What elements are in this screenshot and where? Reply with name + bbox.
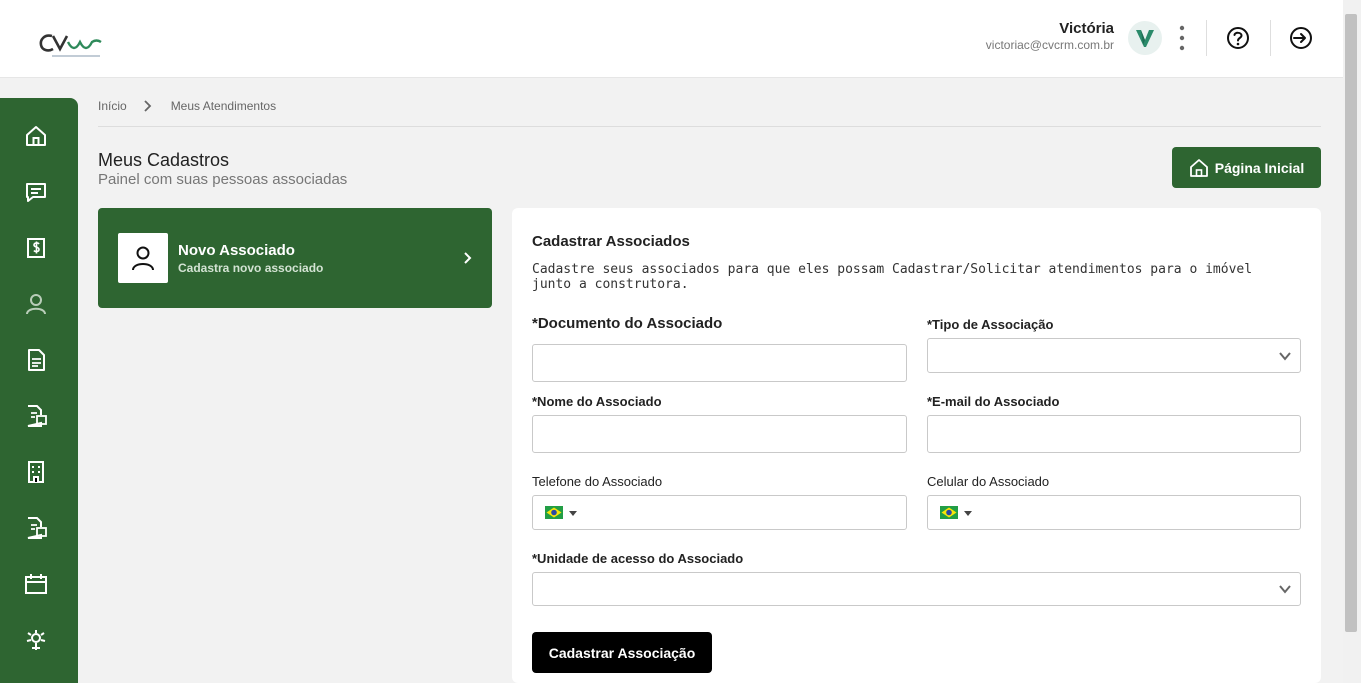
divider <box>98 126 1321 127</box>
unidade-select[interactable] <box>532 572 1301 606</box>
avatar-logo-icon <box>1136 30 1154 47</box>
kebab-menu-icon[interactable] <box>1172 24 1192 52</box>
page-title: Meus Cadastros <box>98 150 230 170</box>
telefone-input[interactable] <box>532 495 907 530</box>
help-icon[interactable] <box>1224 24 1252 52</box>
breadcrumb-current: Meus Atendimentos <box>170 99 277 113</box>
novo-associado-subtitle: Cadastra novo associado <box>178 261 324 275</box>
chevron-right-icon <box>144 100 151 112</box>
unidade-label: *Unidade de acesso do Associado <box>532 551 744 566</box>
novo-associado-title: Novo Associado <box>178 242 295 259</box>
tools-icon[interactable] <box>23 627 49 653</box>
user-icon[interactable] <box>23 291 49 317</box>
sidebar <box>0 98 78 683</box>
documento-label: *Documento do Associado <box>532 315 723 332</box>
home-page-button[interactable]: Página Inicial <box>1172 147 1321 188</box>
breadcrumb-home[interactable]: Início <box>98 99 127 113</box>
caret-down-icon[interactable] <box>964 511 972 516</box>
nome-input[interactable] <box>532 415 907 453</box>
form-description: Cadastre seus associados para que eles p… <box>532 262 1253 292</box>
top-header: Victória victoriac@cvcrm.com.br <box>0 0 1343 78</box>
chevron-down-icon <box>1279 585 1291 594</box>
cadastrar-associacao-button[interactable]: Cadastrar Associação <box>532 632 712 673</box>
chevron-down-icon <box>1279 351 1291 361</box>
user-icon <box>132 246 154 271</box>
celular-input[interactable] <box>927 495 1301 530</box>
page-subtitle: Painel com suas pessoas associadas <box>98 171 348 188</box>
nome-label: *Nome do Associado <box>532 394 662 409</box>
novo-associado-card[interactable]: Novo Associado Cadastra novo associado <box>98 208 492 308</box>
cvcrm-logo[interactable] <box>38 30 104 62</box>
building-icon[interactable] <box>23 459 49 485</box>
chevron-right-icon <box>464 252 472 264</box>
email-label: *E-mail do Associado <box>927 394 1060 409</box>
user-email: victoriac@cvcrm.com.br <box>985 38 1114 52</box>
home-icon[interactable] <box>23 123 49 149</box>
report-icon[interactable] <box>23 515 49 541</box>
scrollbar-thumb[interactable] <box>1345 14 1357 632</box>
calendar-icon[interactable] <box>23 571 49 597</box>
header-divider <box>1206 20 1207 56</box>
form-title: Cadastrar Associados <box>532 233 690 250</box>
user-name: Victória <box>1059 20 1114 37</box>
caret-down-icon[interactable] <box>569 511 577 516</box>
chat-icon[interactable] <box>23 179 49 205</box>
logout-icon[interactable] <box>1287 24 1315 52</box>
celular-label: Celular do Associado <box>927 474 1050 489</box>
tipo-select[interactable] <box>927 338 1301 373</box>
documento-input[interactable] <box>532 344 907 382</box>
contract-icon[interactable] <box>23 403 49 429</box>
telefone-label: Telefone do Associado <box>532 474 663 489</box>
tipo-label: *Tipo de Associação <box>927 317 1054 332</box>
cadastrar-associados-form: Cadastrar Associados Cadastre seus assoc… <box>512 208 1321 683</box>
home-page-button-label: Página Inicial <box>1214 159 1305 176</box>
finance-icon[interactable] <box>23 235 49 261</box>
email-input[interactable] <box>927 415 1301 453</box>
avatar[interactable] <box>1128 21 1162 55</box>
home-icon <box>1189 158 1208 177</box>
document-icon[interactable] <box>23 347 49 373</box>
brazil-flag-icon[interactable] <box>545 506 563 519</box>
brazil-flag-icon[interactable] <box>940 506 958 519</box>
header-divider <box>1270 20 1271 56</box>
breadcrumb: Início Meus Atendimentos <box>98 99 276 113</box>
novo-associado-icon-box <box>118 233 168 283</box>
